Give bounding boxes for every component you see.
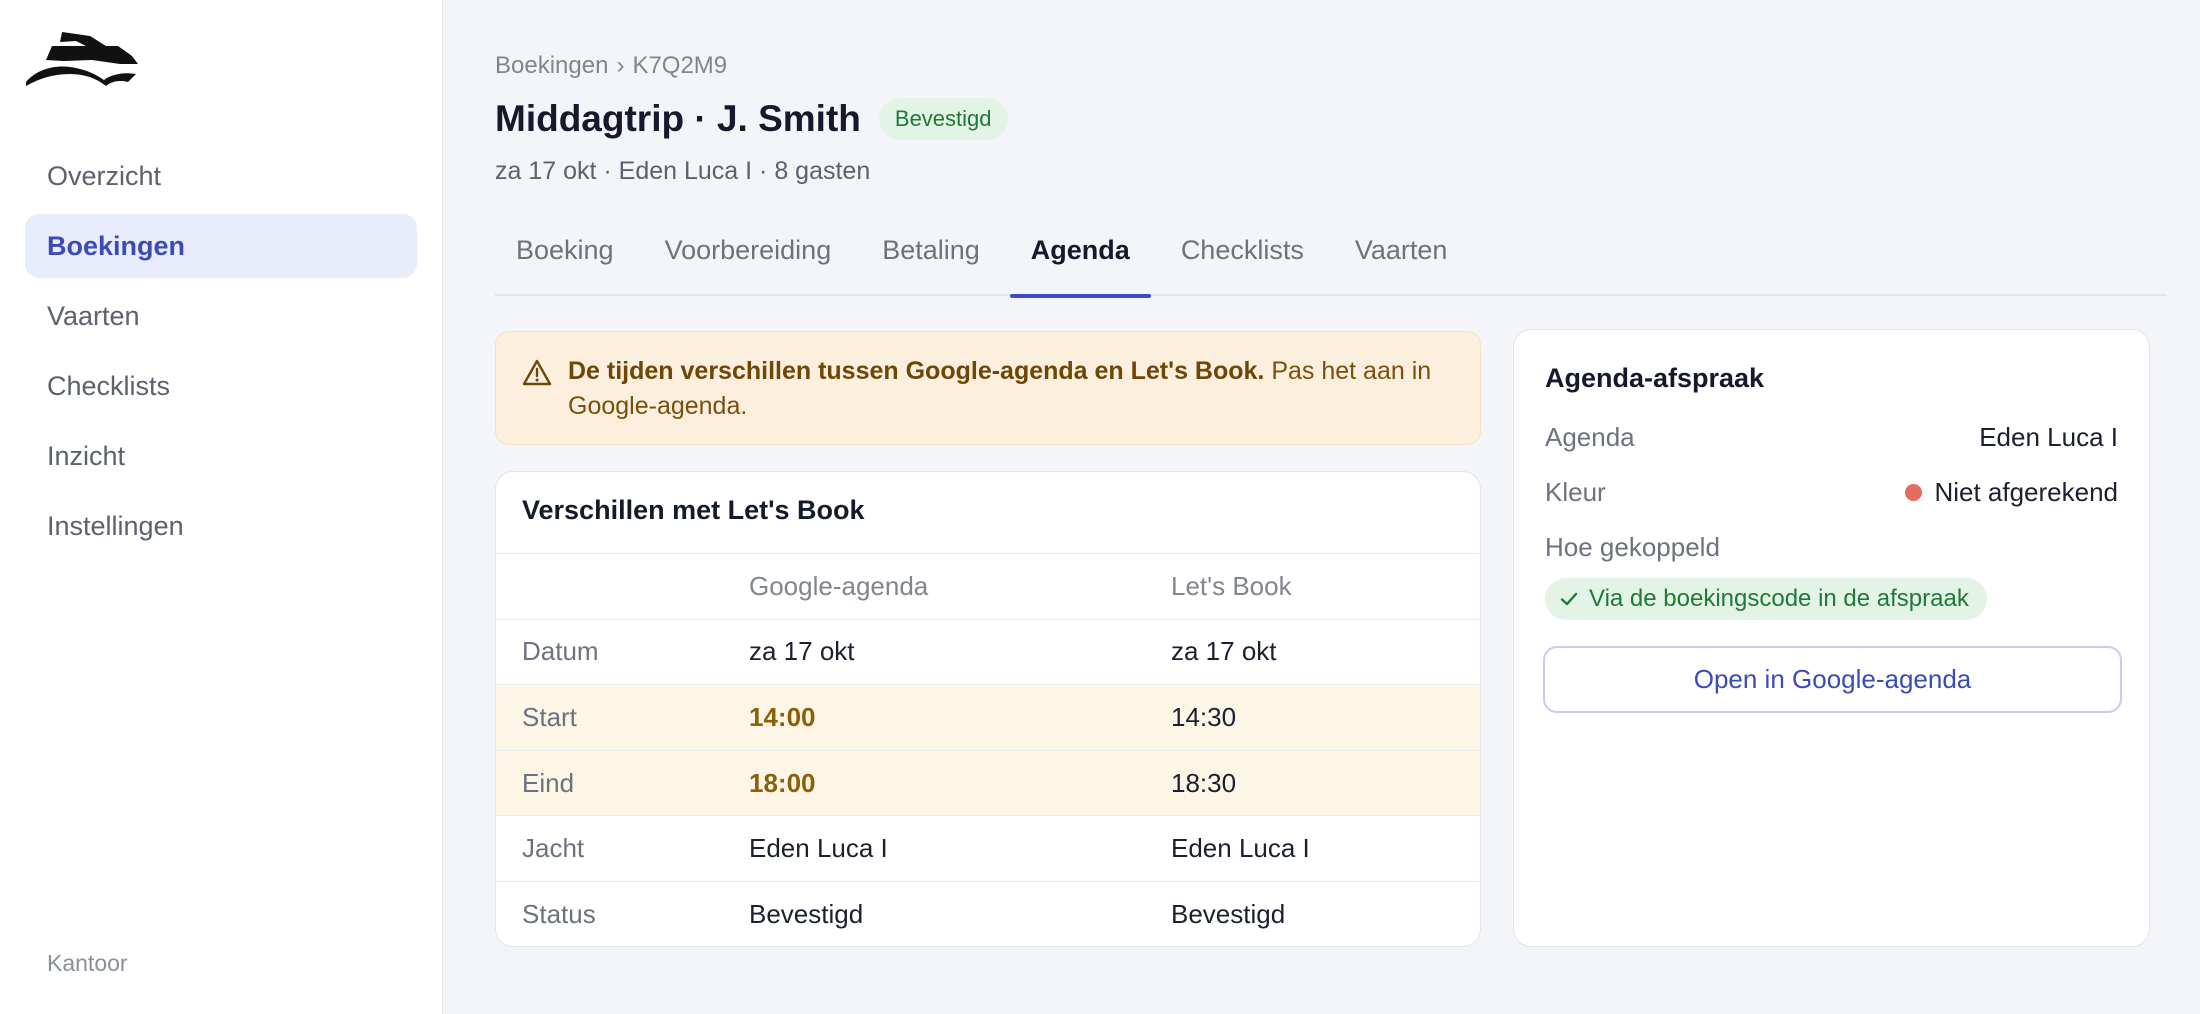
- sidebar-item-boekingen[interactable]: Boekingen: [25, 214, 417, 278]
- color-value: Niet afgerekend: [1934, 477, 2118, 507]
- google-value: 14:00: [749, 701, 816, 732]
- agenda-row: Agenda Eden Luca I: [1545, 422, 2118, 453]
- tab-betaling[interactable]: Betaling: [861, 225, 1001, 296]
- table-row-jacht: Jacht Eden Luca I Eden Luca I: [496, 816, 1480, 882]
- status-badge: Bevestigd: [878, 98, 1008, 140]
- row-label: Jacht: [522, 833, 585, 864]
- table-header-row: Google-agenda Let's Book: [496, 554, 1480, 620]
- column-header-google: Google-agenda: [749, 570, 929, 601]
- breadcrumb-parent-link[interactable]: Boekingen: [495, 52, 608, 80]
- check-icon: [1560, 592, 1578, 606]
- sidebar-nav: Overzicht Boekingen Vaarten Checklists I…: [25, 144, 417, 564]
- agenda-label: Agenda: [1545, 422, 1635, 452]
- column-header-letsbook: Let's Book: [1171, 570, 1292, 601]
- differences-title: Verschillen met Let's Book: [496, 472, 1480, 554]
- table-row-eind: Eind 18:00 18:30: [496, 750, 1480, 817]
- linked-method-text: Via de boekingscode in de afspraak: [1589, 585, 1969, 612]
- row-label: Status: [522, 899, 596, 930]
- tab-checklists[interactable]: Checklists: [1160, 225, 1325, 296]
- differences-card: Verschillen met Let's Book Google-agenda…: [495, 471, 1481, 947]
- appointment-title: Agenda-afspraak: [1545, 363, 1765, 393]
- sidebar-item-overzicht[interactable]: Overzicht: [25, 144, 417, 208]
- google-value: 18:00: [749, 767, 816, 798]
- letsbook-value: Eden Luca I: [1171, 833, 1310, 864]
- google-value: Eden Luca I: [749, 833, 888, 864]
- sidebar-item-instellingen[interactable]: Instellingen: [25, 494, 417, 558]
- appointment-card: Agenda-afspraak Agenda Eden Luca I Kleur…: [1513, 329, 2150, 947]
- google-value: Bevestigd: [749, 899, 864, 930]
- row-label: Datum: [522, 636, 599, 667]
- row-label: Start: [522, 701, 577, 732]
- tab-vaarten[interactable]: Vaarten: [1334, 225, 1469, 296]
- yacht-logo-icon[interactable]: [24, 30, 140, 88]
- tab-agenda[interactable]: Agenda: [1009, 225, 1151, 298]
- table-row-status: Status Bevestigd Bevestigd: [496, 882, 1480, 946]
- warning-bold-text: De tijden verschillen tussen Google-agen…: [568, 357, 1265, 385]
- sidebar-item-checklists[interactable]: Checklists: [25, 354, 417, 418]
- linked-row: Hoe gekoppeld: [1545, 532, 2118, 563]
- letsbook-value: 18:30: [1171, 767, 1237, 798]
- sync-warning-banner: De tijden verschillen tussen Google-agen…: [495, 331, 1481, 445]
- sidebar-item-vaarten[interactable]: Vaarten: [25, 284, 417, 348]
- letsbook-value: 14:30: [1171, 701, 1237, 732]
- google-value: za 17 okt: [749, 636, 855, 667]
- open-in-google-calendar-button[interactable]: Open in Google-agenda: [1543, 646, 2122, 713]
- page-title-row: Middagtrip · J. Smith Bevestigd: [495, 98, 1008, 140]
- letsbook-value: Bevestigd: [1171, 899, 1286, 930]
- breadcrumb: Boekingen › K7Q2M9: [495, 52, 727, 80]
- color-dot-icon: [1905, 484, 1923, 501]
- letsbook-value: za 17 okt: [1171, 636, 1277, 667]
- tab-voorbereiding[interactable]: Voorbereiding: [644, 225, 853, 296]
- tab-bar: Boeking Voorbereiding Betaling Agenda Ch…: [495, 225, 2167, 298]
- breadcrumb-current: K7Q2M9: [632, 52, 728, 79]
- color-row: Kleur Niet afgerekend: [1545, 477, 2118, 508]
- sidebar: Overzicht Boekingen Vaarten Checklists I…: [0, 0, 443, 1014]
- page-title: Middagtrip · J. Smith: [495, 98, 861, 139]
- breadcrumb-separator: ›: [616, 52, 625, 79]
- warning-triangle-icon: [522, 359, 552, 386]
- linked-method-badge: Via de boekingscode in de afspraak: [1545, 578, 1987, 620]
- linked-label: Hoe gekoppeld: [1545, 532, 1720, 562]
- tab-boeking[interactable]: Boeking: [495, 225, 635, 296]
- row-label: Eind: [522, 767, 575, 798]
- color-label: Kleur: [1545, 477, 1606, 507]
- sidebar-item-inzicht[interactable]: Inzicht: [25, 424, 417, 488]
- sidebar-footer-workspace[interactable]: Kantoor: [47, 950, 128, 977]
- agenda-value: Eden Luca I: [1979, 422, 2118, 452]
- page-subtitle: za 17 okt · Eden Luca I · 8 gasten: [495, 157, 871, 185]
- table-row-datum: Datum za 17 okt za 17 okt: [496, 620, 1480, 686]
- color-value-group: Niet afgerekend: [1905, 477, 2118, 508]
- table-row-start: Start 14:00 14:30: [496, 685, 1480, 751]
